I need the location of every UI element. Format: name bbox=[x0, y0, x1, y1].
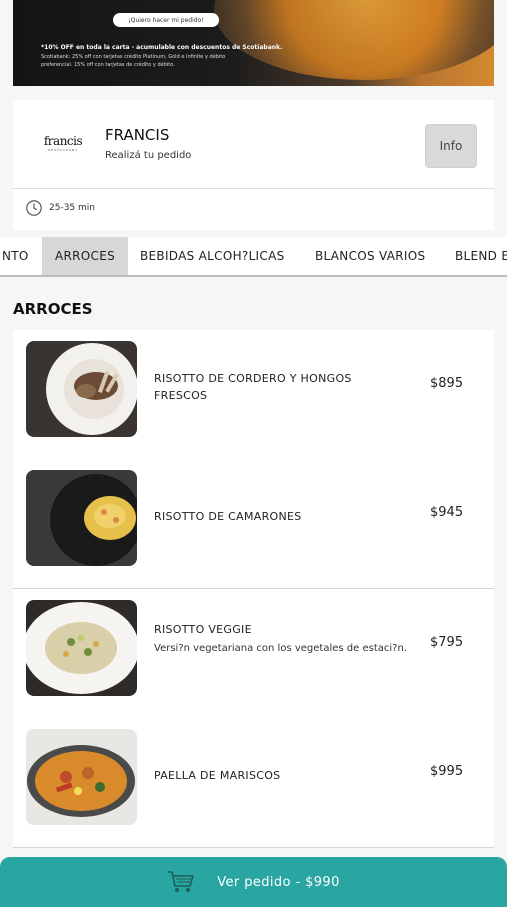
view-order-label: Ver pedido - $990 bbox=[217, 874, 340, 890]
restaurant-card: francis RESTAURANT FRANCIS Realizá tu pe… bbox=[13, 100, 494, 230]
order-now-button[interactable]: ¡Quiero hacer mi pedido! bbox=[113, 13, 219, 27]
item-price: $995 bbox=[430, 764, 464, 779]
tab-bebidas-alcoholicas[interactable]: BEBIDAS ALCOH?LICAS bbox=[140, 237, 285, 275]
promo-title: *10% OFF en toda la carta - acumulable c… bbox=[41, 44, 283, 51]
menu-item[interactable]: RISOTTO DE CAMARONES $945 bbox=[13, 459, 494, 589]
delivery-time: 25-35 min bbox=[25, 199, 95, 217]
promo-banner[interactable]: ¡Quiero hacer mi pedido! *10% OFF en tod… bbox=[13, 0, 494, 86]
tab-arroces[interactable]: ARROCES bbox=[42, 237, 128, 275]
item-image bbox=[26, 470, 137, 566]
item-title: PAELLA DE MARISCOS bbox=[154, 769, 281, 782]
cart-icon bbox=[168, 871, 195, 892]
tab-blend[interactable]: BLEND E bbox=[455, 237, 507, 275]
item-title: RISOTTO VEGGIE bbox=[154, 623, 252, 636]
logo-text: francis bbox=[43, 134, 83, 148]
item-title: RISOTTO DE CORDERO Y HONGOS FRESCOS bbox=[154, 372, 352, 402]
tab-previous[interactable]: NTO bbox=[0, 237, 42, 275]
section-title: ARROCES bbox=[13, 300, 93, 318]
item-price: $795 bbox=[430, 635, 464, 650]
restaurant-subtitle: Realizá tu pedido bbox=[105, 150, 192, 161]
item-price: $895 bbox=[430, 376, 464, 391]
banner-food-image bbox=[214, 0, 494, 80]
menu-item[interactable]: RISOTTO VEGGIE Versi?n vegetariana con l… bbox=[13, 589, 494, 719]
item-image bbox=[26, 341, 137, 437]
item-image bbox=[26, 729, 137, 825]
menu-item[interactable]: PAELLA DE MARISCOS $995 bbox=[13, 718, 494, 848]
clock-icon bbox=[26, 200, 42, 216]
restaurant-name: FRANCIS bbox=[105, 126, 170, 144]
restaurant-logo: francis RESTAURANT bbox=[41, 134, 85, 152]
divider bbox=[13, 188, 494, 189]
info-button[interactable]: Info bbox=[425, 124, 477, 168]
item-title: RISOTTO DE CAMARONES bbox=[154, 510, 302, 523]
item-price: $945 bbox=[430, 505, 464, 520]
logo-subtext: RESTAURANT bbox=[48, 148, 78, 152]
delivery-time-text: 25-35 min bbox=[49, 203, 95, 213]
tab-blancos-varios[interactable]: BLANCOS VARIOS bbox=[315, 237, 425, 275]
item-image bbox=[26, 600, 137, 696]
menu-item[interactable]: RISOTTO DE CORDERO Y HONGOS FRESCOS $895 bbox=[13, 330, 494, 460]
category-tabs[interactable]: NTO ARROCES BEBIDAS ALCOH?LICAS BLANCOS … bbox=[0, 237, 507, 277]
item-description: Versi?n vegetariana con los vegetales de… bbox=[154, 643, 407, 654]
promo-detail: Scotiabank: 25% off con tarjetas crédito… bbox=[41, 54, 226, 68]
